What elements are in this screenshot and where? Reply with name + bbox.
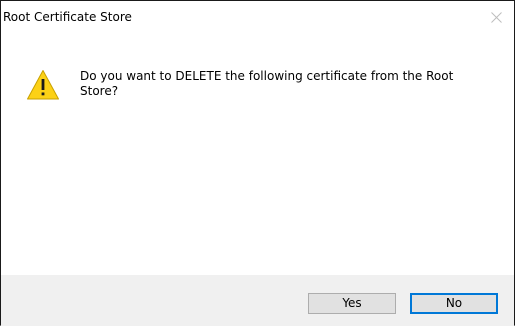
button-bar: Yes No [1, 275, 514, 326]
close-icon [491, 12, 502, 23]
window-title: Root Certificate Store [3, 10, 132, 24]
yes-button[interactable]: Yes [308, 293, 396, 314]
title-bar[interactable]: Root Certificate Store [1, 1, 514, 33]
dialog-window: Root Certificate Store Do you want to DE… [0, 0, 515, 326]
close-button[interactable] [480, 1, 514, 31]
dialog-content: Do you want to DELETE the following cert… [1, 33, 514, 275]
no-button[interactable]: No [410, 293, 498, 314]
message-text: Do you want to DELETE the following cert… [80, 69, 454, 98]
warning-icon [27, 70, 59, 100]
